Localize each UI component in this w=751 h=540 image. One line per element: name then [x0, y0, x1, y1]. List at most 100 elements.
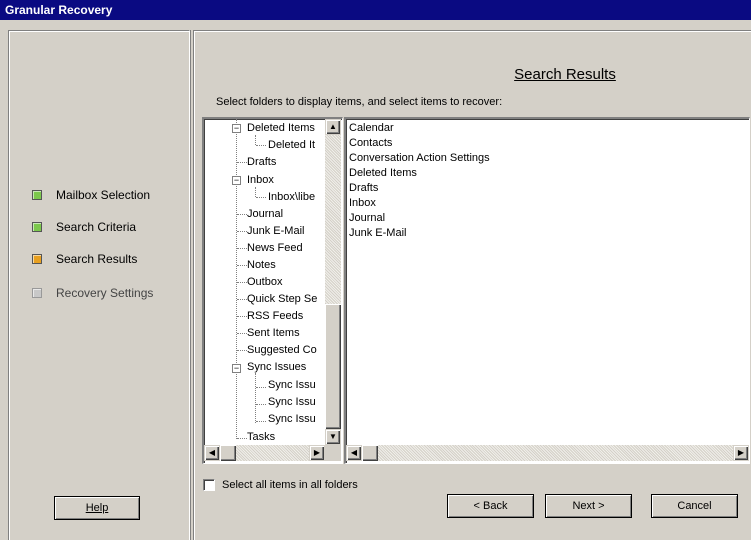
collapse-icon[interactable]: − — [232, 176, 241, 185]
collapse-icon[interactable]: − — [232, 124, 241, 133]
tree-item-label: Quick Step Se — [247, 293, 320, 305]
back-button[interactable]: < Back — [447, 494, 534, 518]
tree-line — [256, 387, 266, 388]
tree-item-label: Sync Issues — [247, 361, 309, 373]
tree-item-label: Sync Issu — [268, 379, 318, 391]
tree-line — [236, 119, 237, 439]
tree-item-label: Inbox — [247, 174, 276, 186]
tree-item-tasks[interactable]: Tasks — [247, 429, 278, 446]
tree-item-sent-items[interactable]: Sent Items — [247, 325, 302, 342]
tree-item-journal[interactable]: Journal — [247, 206, 286, 223]
step-indicator-icon — [32, 254, 42, 264]
tree-line — [237, 316, 247, 317]
tree-line — [255, 373, 256, 423]
tree-item-label: Outbox — [247, 276, 285, 288]
items-horizontal-scrollbar[interactable] — [346, 445, 749, 461]
tree-item-label: Sync Issu — [268, 396, 318, 408]
list-item[interactable]: Contacts — [349, 136, 392, 151]
tree-item-news-feed[interactable]: News Feed — [247, 240, 305, 257]
scroll-right-arrow-icon[interactable]: ▶ — [309, 445, 325, 461]
tree-item-sync-issues-sub[interactable]: Sync Issu — [268, 394, 318, 411]
next-button[interactable]: Next > — [545, 494, 632, 518]
back-button-label: < Back — [473, 500, 508, 512]
tree-item-label: Sync Issu — [268, 413, 318, 425]
tree-item-notes[interactable]: Notes — [247, 257, 278, 274]
list-item[interactable]: Junk E-Mail — [349, 226, 406, 241]
tree-line — [237, 214, 247, 215]
tree-item-label: Sent Items — [247, 327, 302, 339]
tree-item-label: Notes — [247, 259, 278, 271]
step-label: Mailbox Selection — [56, 188, 151, 202]
list-item[interactable]: Calendar — [349, 121, 394, 136]
tree-item-label: Deleted It — [268, 139, 318, 151]
tree-item-sync-issues-sub[interactable]: Sync Issu — [268, 377, 318, 394]
tree-item-label: Journal — [247, 208, 286, 220]
scroll-left-arrow-icon[interactable]: ◀ — [346, 445, 362, 461]
tree-item-quick-step[interactable]: Quick Step Se — [247, 291, 320, 308]
tree-item-label: Junk E-Mail — [247, 225, 307, 237]
list-item[interactable]: Journal — [349, 211, 385, 226]
cancel-button[interactable]: Cancel — [651, 494, 738, 518]
tree-line — [237, 438, 247, 439]
tree-item-label: Suggested Co — [247, 344, 319, 356]
page-title-wrap: Search Results — [193, 66, 751, 83]
tree-item-deleted-items-sub[interactable]: Deleted It — [268, 137, 318, 154]
tree-item-label: RSS Feeds — [247, 310, 306, 322]
instructions-text: Select folders to display items, and sel… — [216, 96, 503, 108]
collapse-icon[interactable]: − — [232, 364, 241, 373]
items-list[interactable]: Calendar Contacts Conversation Action Se… — [344, 117, 750, 464]
tree-item-label: Inbox\libe — [268, 191, 318, 203]
step-label: Search Results — [56, 252, 138, 266]
tree-item-label: News Feed — [247, 242, 305, 254]
tree-line — [256, 421, 266, 422]
folder-tree[interactable]: − − − Deleted Items Deleted It Drafts In… — [202, 117, 343, 464]
tree-line — [237, 350, 247, 351]
help-button-label: Help — [85, 502, 109, 514]
tree-item-inbox-sub[interactable]: Inbox\libe — [268, 189, 318, 206]
items-horizontal-scroll-thumb[interactable] — [362, 445, 378, 461]
tree-horizontal-scroll-thumb[interactable] — [220, 445, 236, 461]
select-all-checkbox[interactable] — [203, 479, 215, 491]
tree-line — [237, 282, 247, 283]
step-indicator-icon — [32, 222, 42, 232]
page-title: Search Results — [514, 66, 616, 83]
title-bar: Granular Recovery — [0, 0, 751, 20]
tree-vertical-scroll-thumb[interactable] — [325, 304, 341, 429]
tree-item-junk-email[interactable]: Junk E-Mail — [247, 223, 307, 240]
tree-item-outbox[interactable]: Outbox — [247, 274, 285, 291]
tree-item-drafts[interactable]: Drafts — [247, 154, 279, 171]
tree-item-label: Drafts — [247, 156, 279, 168]
tree-line — [237, 162, 247, 163]
scroll-down-arrow-icon[interactable]: ▼ — [325, 429, 341, 445]
tree-item-inbox[interactable]: Inbox — [247, 172, 276, 189]
tree-line — [237, 231, 247, 232]
scroll-up-arrow-icon[interactable]: ▲ — [325, 119, 341, 135]
next-button-label: Next > — [572, 500, 605, 512]
list-item[interactable]: Drafts — [349, 181, 378, 196]
tree-item-rss-feeds[interactable]: RSS Feeds — [247, 308, 306, 325]
list-item[interactable]: Deleted Items — [349, 166, 417, 181]
tree-item-sync-issues[interactable]: Sync Issues — [247, 359, 309, 376]
step-label: Recovery Settings — [56, 286, 154, 300]
step-mailbox-selection: Mailbox Selection — [32, 187, 150, 203]
scroll-left-arrow-icon[interactable]: ◀ — [204, 445, 220, 461]
list-item[interactable]: Inbox — [349, 196, 376, 211]
tree-item-sync-issues-sub[interactable]: Sync Issu — [268, 411, 318, 428]
cancel-button-label: Cancel — [677, 500, 712, 512]
tree-line — [237, 248, 247, 249]
help-button[interactable]: Help — [54, 496, 140, 520]
tree-item-deleted-items[interactable]: Deleted Items — [247, 120, 317, 137]
list-item[interactable]: Conversation Action Settings — [349, 151, 490, 166]
tree-line — [237, 299, 247, 300]
tree-line — [256, 145, 266, 146]
step-indicator-icon — [32, 288, 42, 298]
step-label: Search Criteria — [56, 220, 137, 234]
window-title: Granular Recovery — [5, 3, 113, 17]
tree-item-suggested-contacts[interactable]: Suggested Co — [247, 342, 319, 359]
tree-line — [237, 265, 247, 266]
step-search-results: Search Results — [32, 251, 137, 267]
scroll-right-arrow-icon[interactable]: ▶ — [733, 445, 749, 461]
tree-item-label: Tasks — [247, 431, 278, 443]
tree-item-label: Deleted Items — [247, 122, 317, 134]
tree-line — [256, 197, 266, 198]
